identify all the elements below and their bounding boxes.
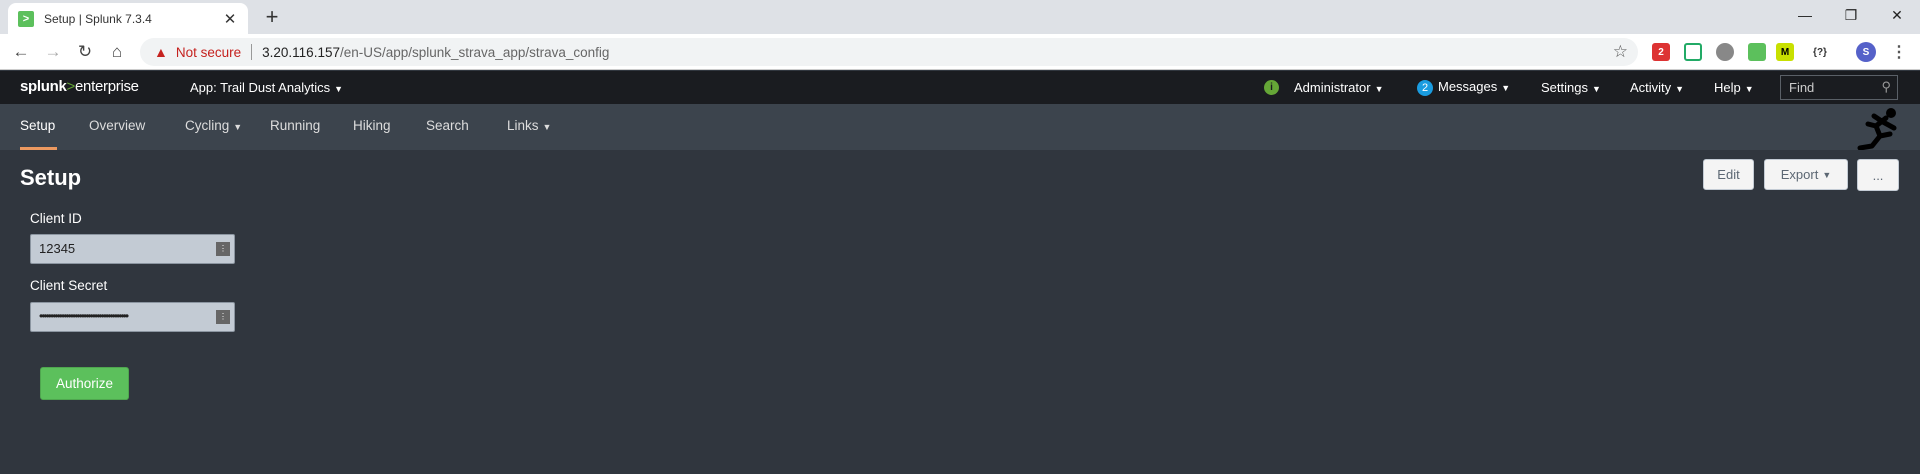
new-tab-button[interactable]: +	[260, 6, 284, 30]
user-menu-label: Administrator	[1294, 80, 1371, 95]
logo-brand: splunk	[20, 78, 67, 95]
logo-product: enterprise	[75, 78, 139, 95]
profile-avatar[interactable]: S	[1856, 42, 1876, 62]
url-path: /en-US/app/splunk_strava_app/strava_conf…	[339, 44, 610, 60]
extension-green-icon[interactable]	[1748, 43, 1766, 61]
client-id-field[interactable]: 12345 ⋮	[30, 234, 235, 264]
browser-toolbar: ← → ↻ ⌂ ▲ Not secure 3.20.116.157 /en-US…	[0, 34, 1920, 70]
tab-close-icon[interactable]: ✕	[222, 10, 238, 28]
omnibox-divider	[251, 44, 253, 60]
client-secret-label: Client Secret	[30, 278, 108, 293]
chevron-down-icon: ▼	[542, 122, 552, 132]
nav-overview[interactable]: Overview	[89, 118, 145, 133]
logo-gt: >	[66, 78, 76, 95]
tab-title: Setup | Splunk 7.3.4	[44, 11, 152, 26]
edit-button[interactable]: Edit	[1703, 159, 1754, 190]
splunk-logo[interactable]: splunk>enterprise	[20, 78, 139, 95]
client-id-label: Client ID	[30, 211, 82, 226]
extension-m-icon[interactable]: M	[1776, 43, 1794, 61]
app-nav-bar: Setup Overview Cycling ▼ Running Hiking S…	[0, 104, 1920, 150]
app-menu[interactable]: App: Trail Dust Analytics ▼	[190, 80, 343, 95]
find-input[interactable]: Find ⚲	[1780, 75, 1898, 100]
info-icon[interactable]: i	[1264, 80, 1279, 95]
extension-red-icon[interactable]: 2	[1652, 43, 1670, 61]
messages-label: Messages	[1438, 79, 1498, 94]
extension-json-icon[interactable]: {?}	[1808, 43, 1832, 61]
forward-icon[interactable]: →	[42, 41, 64, 63]
help-label: Help	[1714, 80, 1741, 95]
bookmark-star-icon[interactable]: ☆	[1613, 42, 1628, 62]
chevron-down-icon: ▼	[233, 122, 243, 132]
nav-cycling[interactable]: Cycling ▼	[185, 118, 242, 133]
authorize-button[interactable]: Authorize	[40, 367, 129, 400]
settings-menu[interactable]: Settings ▼	[1541, 80, 1601, 95]
activity-label: Activity	[1630, 80, 1672, 95]
nav-search[interactable]: Search	[426, 118, 469, 133]
client-secret-field[interactable]: ••••••••••••••••••••••••••••••••••••••••…	[30, 302, 235, 332]
activity-menu[interactable]: Activity ▼	[1630, 80, 1684, 95]
chevron-down-icon: ▼	[1675, 84, 1685, 94]
splunk-favicon-icon: >	[18, 10, 34, 27]
nav-setup[interactable]: Setup	[20, 118, 55, 133]
splunk-bar: splunk>enterprise App: Trail Dust Analyt…	[0, 71, 1920, 104]
extension-s-icon[interactable]	[1684, 43, 1702, 61]
chevron-down-icon: ▼	[1374, 84, 1384, 94]
home-icon[interactable]: ⌂	[106, 41, 128, 63]
messages-menu[interactable]: 2 Messages ▼	[1417, 79, 1510, 96]
nav-cycling-label: Cycling	[185, 118, 230, 133]
page-title: Setup	[20, 165, 82, 190]
nav-links-label: Links	[507, 118, 539, 133]
chevron-down-icon: ▼	[1591, 84, 1601, 94]
export-label: Export	[1780, 167, 1819, 182]
browser-tab[interactable]: > Setup | Splunk 7.3.4 ✕	[8, 3, 248, 34]
browser-menu-icon[interactable]: ⋮	[1890, 43, 1908, 61]
restore-icon[interactable]: ❐	[1828, 0, 1874, 30]
help-menu[interactable]: Help ▼	[1714, 80, 1754, 95]
address-bar[interactable]: ▲ Not secure 3.20.116.157 /en-US/app/spl…	[140, 38, 1638, 66]
settings-label: Settings	[1541, 80, 1588, 95]
url-host: 3.20.116.157	[262, 44, 340, 60]
nav-running[interactable]: Running	[270, 118, 320, 133]
find-placeholder: Find	[1789, 80, 1815, 95]
nav-links[interactable]: Links ▼	[507, 118, 551, 133]
warning-icon: ▲	[154, 44, 168, 60]
chevron-down-icon: ▼	[1744, 84, 1754, 94]
reload-icon[interactable]: ↻	[74, 41, 96, 63]
password-manager-icon[interactable]: ⋮	[216, 310, 230, 324]
app-menu-label: App: Trail Dust Analytics	[190, 80, 331, 95]
chevron-down-icon: ▼	[1501, 83, 1511, 93]
chevron-down-icon: ▼	[1822, 169, 1832, 180]
back-icon[interactable]: ←	[10, 41, 32, 63]
not-secure-label[interactable]: Not secure	[176, 45, 241, 60]
export-button[interactable]: Export ▼	[1764, 159, 1848, 190]
browser-tabstrip: > Setup | Splunk 7.3.4 ✕ + — ❐ ✕	[0, 0, 1920, 34]
minimize-icon[interactable]: —	[1782, 0, 1828, 30]
active-tab-indicator	[20, 147, 57, 150]
search-icon[interactable]: ⚲	[1881, 79, 1891, 95]
chevron-down-icon: ▼	[334, 84, 344, 94]
nav-hiking[interactable]: Hiking	[353, 118, 391, 133]
client-id-value: 12345	[39, 241, 76, 256]
client-secret-value: ••••••••••••••••••••••••••••••••••••••••	[39, 309, 129, 323]
runner-logo-icon	[1857, 108, 1897, 150]
more-button[interactable]: ...	[1857, 159, 1899, 191]
extension-circle-icon[interactable]	[1716, 43, 1734, 61]
messages-count-badge: 2	[1417, 80, 1433, 96]
password-manager-icon[interactable]: ⋮	[216, 242, 230, 256]
window-close-icon[interactable]: ✕	[1874, 0, 1920, 30]
user-menu[interactable]: Administrator ▼	[1294, 80, 1384, 95]
